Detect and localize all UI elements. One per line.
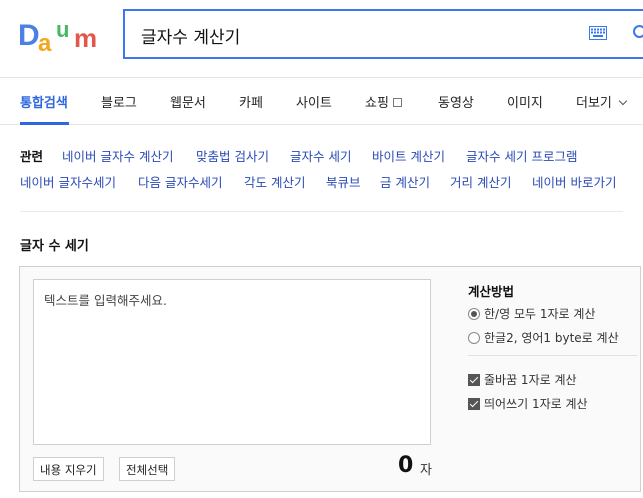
options-divider <box>468 355 638 356</box>
search-icon[interactable] <box>632 24 643 42</box>
shopping-checkbox-icon <box>392 98 402 107</box>
related-link[interactable]: 글자수 세기 <box>290 146 351 165</box>
radio-selected-icon[interactable] <box>468 308 480 320</box>
related-link[interactable]: 바이트 계산기 <box>372 146 445 165</box>
character-count-unit: 자 <box>420 463 432 478</box>
tab-more-label: 더보기 <box>576 96 612 111</box>
checkbox-label: 줄바꿈 1자로 계산 <box>484 373 577 387</box>
search-box[interactable]: 글자수 계산기 <box>123 9 643 59</box>
tab-site[interactable]: 사이트 <box>296 92 332 111</box>
related-link[interactable]: 맞춤법 검사기 <box>196 146 269 165</box>
related-link[interactable]: 글자수 세기 프로그램 <box>466 146 577 165</box>
tab-shopping[interactable]: 쇼핑 <box>365 92 402 111</box>
daum-logo[interactable]: D a u m <box>18 17 108 57</box>
checkbox-checked-icon[interactable] <box>468 374 480 386</box>
related-link[interactable]: 금 계산기 <box>380 172 430 191</box>
radio-option-all-one[interactable]: 한/영 모두 1자로 계산 <box>468 305 595 322</box>
checkbox-spacing[interactable]: 띄어쓰기 1자로 계산 <box>468 395 588 412</box>
tab-image[interactable]: 이미지 <box>507 92 543 111</box>
checkbox-label: 띄어쓰기 1자로 계산 <box>484 397 588 411</box>
related-link[interactable]: 네이버 바로가기 <box>532 172 616 191</box>
tab-integrated[interactable]: 통합검색 <box>20 92 68 111</box>
counter-title: 글자 수 세기 <box>20 239 89 254</box>
counter-panel: 텍스트를 입력해주세요. 내용 지우기 전체선택 0 자 계산방법 한/영 모두… <box>19 266 641 492</box>
radio-option-byte[interactable]: 한글2, 영어1 byte로 계산 <box>468 329 619 346</box>
chevron-down-icon <box>618 96 628 106</box>
related-link[interactable]: 각도 계산기 <box>244 172 305 191</box>
character-count: 0 <box>398 453 414 478</box>
section-divider <box>20 211 623 212</box>
active-tab-indicator <box>20 122 69 125</box>
tab-more[interactable]: 더보기 <box>576 92 628 111</box>
related-link[interactable]: 다음 글자수세기 <box>138 172 222 191</box>
related-link[interactable]: 거리 계산기 <box>450 172 511 191</box>
logo-letter-u: u <box>56 17 70 42</box>
search-tabs: 통합검색 블로그 웹문서 카페 사이트 쇼핑 동영상 이미지 더보기 <box>0 78 643 125</box>
related-link[interactable]: 네이버 글자수 계산기 <box>62 146 173 165</box>
logo-letter-a: a <box>38 30 52 57</box>
tab-blog[interactable]: 블로그 <box>101 92 137 111</box>
keyboard-icon[interactable] <box>589 26 607 40</box>
logo-letter-d: D <box>18 19 40 52</box>
logo-letter-m: m <box>74 23 98 53</box>
header: D a u m 글자수 계산기 <box>0 0 643 78</box>
tab-cafe[interactable]: 카페 <box>239 92 263 111</box>
checkbox-checked-icon[interactable] <box>468 398 480 410</box>
tab-shopping-label: 쇼핑 <box>365 96 389 111</box>
radio-label: 한글2, 영어1 byte로 계산 <box>484 331 619 345</box>
tab-video[interactable]: 동영상 <box>438 92 474 111</box>
checkbox-linebreak[interactable]: 줄바꿈 1자로 계산 <box>468 371 577 388</box>
select-all-button[interactable]: 전체선택 <box>119 457 176 481</box>
clear-button[interactable]: 내용 지우기 <box>33 457 104 481</box>
radio-label: 한/영 모두 1자로 계산 <box>484 307 596 321</box>
related-heading: 관련 <box>20 149 44 164</box>
radio-unselected-icon[interactable] <box>468 332 480 344</box>
text-input-area[interactable]: 텍스트를 입력해주세요. <box>33 279 431 445</box>
method-title: 계산방법 <box>468 284 515 299</box>
related-link[interactable]: 네이버 글자수세기 <box>20 172 116 191</box>
related-link[interactable]: 북큐브 <box>326 172 361 191</box>
search-input[interactable]: 글자수 계산기 <box>141 23 240 48</box>
tab-webdocs[interactable]: 웹문서 <box>170 92 206 111</box>
